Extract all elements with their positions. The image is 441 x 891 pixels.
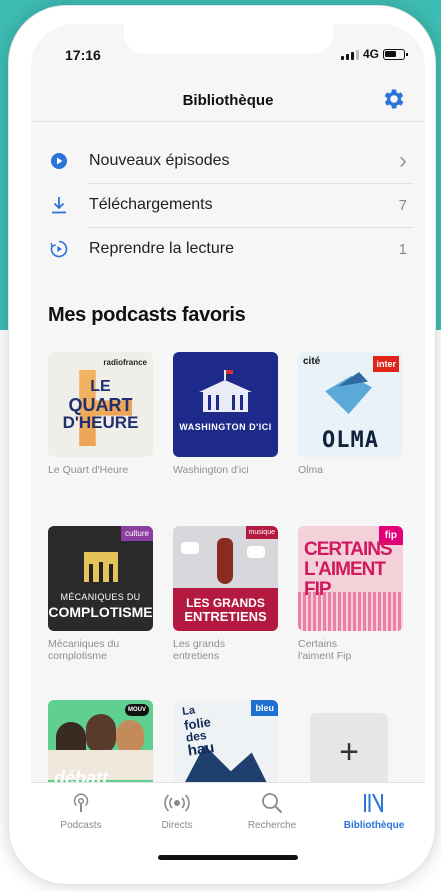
podcast-title: Mécaniques du complotisme xyxy=(48,638,120,662)
phone-frame: 17:16 4G Bibliothèque Nouveaux épisodes … xyxy=(8,5,436,885)
cover-text: CERTAINS xyxy=(304,539,393,560)
screen: 17:16 4G Bibliothèque Nouveaux épisodes … xyxy=(31,24,425,880)
cover-text: LE xyxy=(90,378,111,395)
cover-badge: bleu xyxy=(251,700,278,716)
home-indicator xyxy=(158,855,298,860)
cover-text: FIP xyxy=(304,579,332,600)
resume-icon xyxy=(50,240,68,258)
podcast-tile[interactable]: WASHINGTON D'ICI Washington d'ici xyxy=(173,352,278,476)
podcast-tile[interactable]: culture MÉCANIQUES DU COMPLOTISME Mécani… xyxy=(48,526,153,662)
podcast-title: Le Quart d'Heure xyxy=(48,464,129,476)
cover-text: MÉCANIQUES DU xyxy=(60,592,141,602)
status-time: 17:16 xyxy=(65,47,101,63)
menu-label: Nouveaux épisodes xyxy=(89,152,230,169)
podcast-cover: WASHINGTON D'ICI xyxy=(173,352,278,457)
menu-label: Reprendre la lecture xyxy=(89,240,234,257)
section-title: Mes podcasts favoris xyxy=(48,304,246,326)
tab-label: Podcasts xyxy=(60,820,102,831)
cover-text: D'HEURE xyxy=(62,413,139,432)
tab-bar: Podcasts Directs Recherche Bibliothèque xyxy=(31,782,425,880)
podcast-tile[interactable]: musique LES GRANDS ENTRETIENS Les grands… xyxy=(173,526,278,662)
cover-brand: radiofrance xyxy=(103,358,147,367)
library-menu: Nouveaux épisodes › Téléchargements 7 Re… xyxy=(31,139,425,271)
add-podcast-button[interactable]: + xyxy=(310,713,388,791)
download-icon xyxy=(52,197,66,214)
cover-badge: MOUV xyxy=(125,704,149,716)
cover-text: ENTRETIENS xyxy=(184,609,267,624)
tab-label: Recherche xyxy=(247,820,297,831)
cover-badge: inter xyxy=(373,356,399,372)
play-circle-icon xyxy=(51,153,67,169)
podcast-cover: radiofrance LE QUART D'HEURE xyxy=(48,352,153,457)
tab-bibliotheque[interactable]: Bibliothèque xyxy=(329,791,419,831)
cover-text: QUART xyxy=(68,395,133,415)
menu-label: Téléchargements xyxy=(89,196,213,213)
library-icon xyxy=(364,793,383,813)
cover-text: COMPLOTISME xyxy=(48,604,153,620)
podcast-cover: culture MÉCANIQUES DU COMPLOTISME xyxy=(48,526,153,631)
cover-text: L'AIMENT xyxy=(304,559,386,580)
podcast-title: Olma xyxy=(298,464,324,476)
settings-button[interactable] xyxy=(381,86,407,112)
cover-badge: culture xyxy=(120,526,153,541)
menu-item-new-episodes[interactable]: Nouveaux épisodes › xyxy=(31,139,425,183)
podcast-tile[interactable]: radiofrance LE QUART D'HEURE Le Quart d'… xyxy=(48,352,153,476)
podcast-cover: fip CERTAINS L'AIMENT FIP xyxy=(298,526,403,631)
cover-text: WASHINGTON D'ICI xyxy=(179,422,272,432)
tab-podcasts[interactable]: Podcasts xyxy=(36,791,126,831)
search-icon xyxy=(262,793,283,814)
resume-count: 1 xyxy=(398,240,407,258)
tab-directs[interactable]: Directs xyxy=(132,791,222,831)
cover-brand: cité xyxy=(303,356,321,367)
podcast-title: Washington d'ici xyxy=(173,464,249,476)
cover-text: LES GRANDS xyxy=(186,596,265,610)
podcast-tile[interactable]: fip CERTAINS L'AIMENT FIP Certains l'aim… xyxy=(298,526,403,662)
chevron-right-icon: › xyxy=(399,147,407,174)
status-indicators: 4G xyxy=(340,47,408,61)
downloads-count: 7 xyxy=(398,196,407,214)
page-title: Bibliothèque xyxy=(182,92,274,109)
tab-label: Directs xyxy=(161,820,193,831)
network-type: 4G xyxy=(362,47,379,61)
podcast-icon xyxy=(73,793,89,812)
live-icon xyxy=(164,794,190,812)
gear-icon xyxy=(384,89,404,109)
battery-icon xyxy=(383,48,408,60)
cover-text: hau xyxy=(186,739,216,760)
notch xyxy=(124,24,333,54)
cover-badge: musique xyxy=(245,526,278,539)
podcast-title: Certains l'aiment Fip xyxy=(298,638,352,662)
menu-item-downloads[interactable]: Téléchargements 7 xyxy=(31,183,425,227)
cover-text: OLMA xyxy=(322,428,379,453)
podcast-title: Les grands entretiens xyxy=(173,638,225,662)
menu-item-resume[interactable]: Reprendre la lecture 1 xyxy=(31,227,425,271)
tab-recherche[interactable]: Recherche xyxy=(227,791,317,831)
signal-icon xyxy=(340,49,359,60)
tab-label: Bibliothèque xyxy=(343,820,405,831)
plus-icon: + xyxy=(339,732,359,771)
podcast-cover: musique LES GRANDS ENTRETIENS xyxy=(173,526,278,631)
white-house-icon xyxy=(199,370,252,412)
podcast-cover: cité inter OLMA xyxy=(298,352,403,457)
podcast-tile[interactable]: cité inter OLMA Olma xyxy=(298,352,403,476)
